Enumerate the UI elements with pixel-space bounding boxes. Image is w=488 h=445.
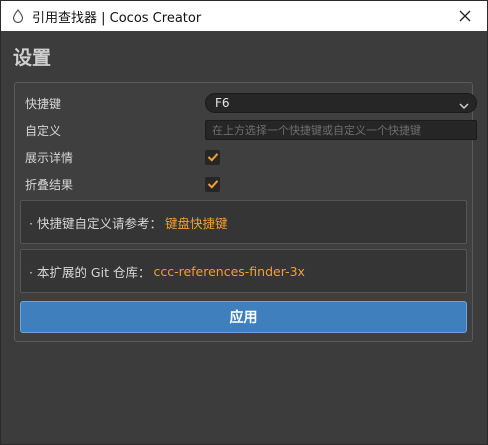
- title-bar: 引用查找器 | Cocos Creator: [1, 1, 487, 31]
- custom-label: 自定义: [25, 123, 62, 138]
- close-button[interactable]: [443, 1, 487, 31]
- fold-results-row: 折叠结果: [25, 173, 466, 195]
- git-repo-box: · 本扩展的 Git 仓库： ccc-references-finder-3x: [20, 249, 467, 293]
- settings-panel: 快捷键 F6 自定义 展示详情: [14, 82, 477, 342]
- hotkey-select-value: F6: [215, 96, 230, 110]
- fold-results-label: 折叠结果: [25, 177, 74, 192]
- hotkey-row: 快捷键 F6: [25, 92, 477, 114]
- custom-row: 自定义: [25, 119, 477, 141]
- close-icon: [459, 7, 471, 26]
- custom-hotkey-input[interactable]: [205, 120, 477, 140]
- show-details-checkbox[interactable]: [205, 148, 220, 167]
- hotkey-label: 快捷键: [25, 96, 62, 111]
- hotkey-reference-text: · 快捷键自定义请参考：: [29, 215, 162, 231]
- app-window: 引用查找器 | Cocos Creator 设置 快捷键 F6 自定义 在上方选…: [0, 0, 488, 445]
- git-repo-text: · 本扩展的 Git 仓库：: [29, 264, 151, 280]
- apply-button[interactable]: 应用: [20, 301, 467, 333]
- keyboard-shortcuts-link[interactable]: 键盘快捷键: [165, 213, 228, 232]
- droplet-icon: [10, 8, 26, 24]
- hotkey-select[interactable]: F6: [205, 93, 477, 113]
- checkmark-icon: [207, 175, 219, 194]
- hotkey-reference-box: · 快捷键自定义请参考： 键盘快捷键: [20, 200, 467, 244]
- show-details-row: 展示详情: [25, 146, 466, 168]
- chevron-down-icon: [458, 97, 470, 110]
- git-repo-link[interactable]: ccc-references-finder-3x: [153, 264, 304, 279]
- show-details-label: 展示详情: [25, 150, 74, 165]
- checkmark-icon: [207, 148, 219, 167]
- page-title: 设置: [13, 47, 52, 69]
- window-title: 引用查找器 | Cocos Creator: [32, 10, 202, 26]
- fold-results-checkbox[interactable]: [205, 175, 220, 194]
